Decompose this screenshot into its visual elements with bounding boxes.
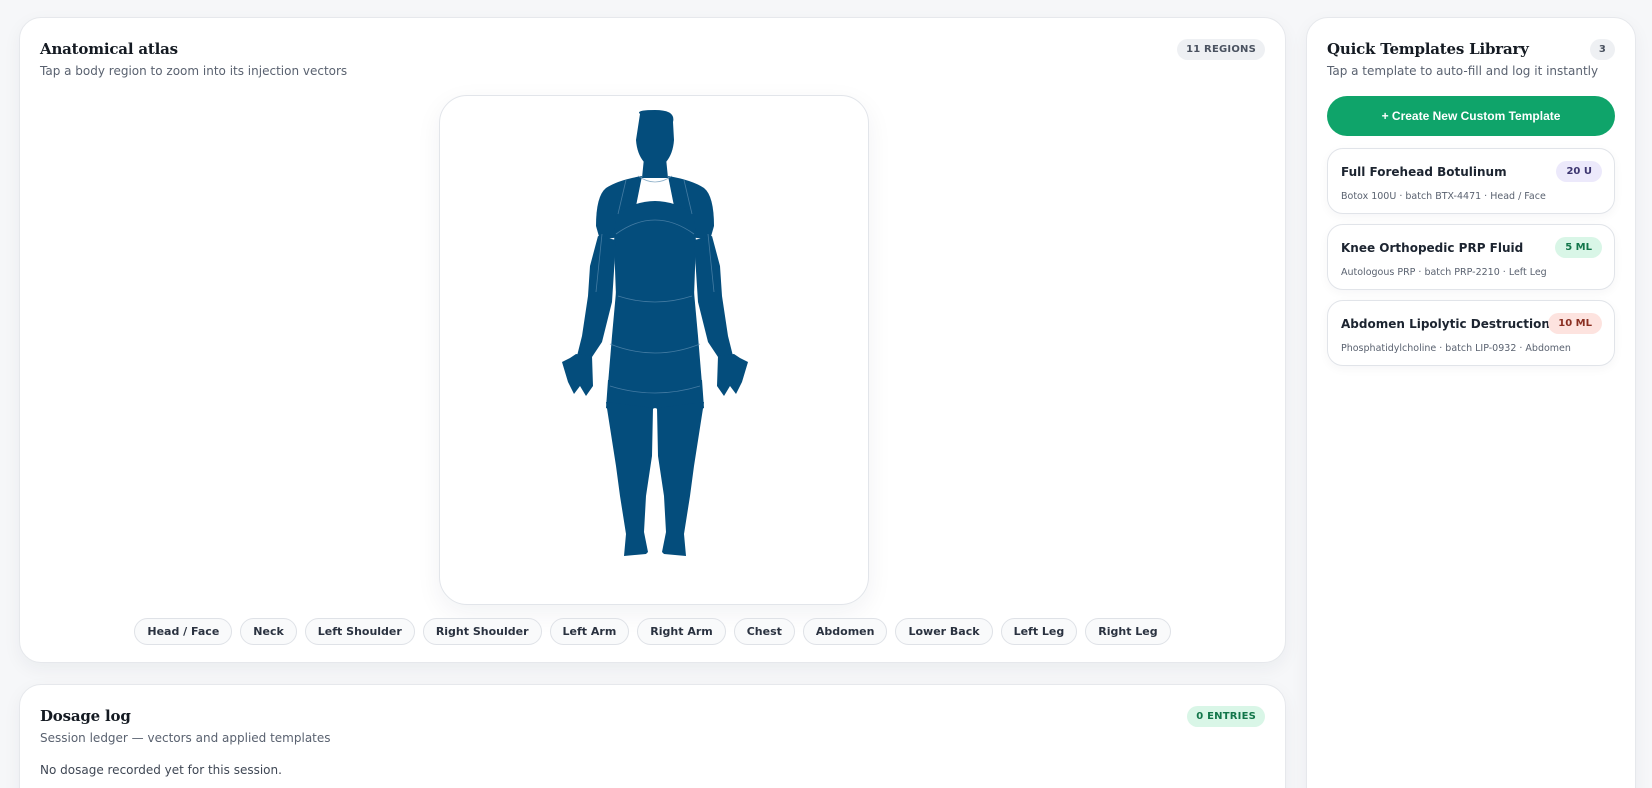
region-chip-right-arm[interactable]: Right Arm — [637, 618, 726, 645]
template-count-badge: 3 — [1589, 39, 1615, 60]
body-figure-frame — [439, 95, 869, 605]
region-chip-list: Head / Face Neck Left Shoulder Right Sho… — [20, 618, 1285, 645]
atlas-subtitle: Tap a body region to zoom into its injec… — [40, 64, 348, 78]
region-chest[interactable] — [614, 201, 696, 296]
template-meta: Phosphatidylcholine · batch LIP-0932 · A… — [1341, 343, 1571, 354]
empty-state-message: No dosage recorded yet for this session. — [40, 763, 282, 777]
region-chip-right-shoulder[interactable]: Right Shoulder — [422, 618, 542, 645]
region-count-badge: 11 REGIONS — [1177, 39, 1265, 60]
region-chip-chest[interactable]: Chest — [733, 618, 795, 645]
templates-subtitle: Tap a template to auto-fill and log it i… — [1327, 64, 1599, 78]
dosage-log-subtitle: Session ledger — vectors and applied tem… — [40, 731, 331, 745]
template-dose-badge: 5 ML — [1555, 237, 1602, 258]
template-name: Full Forehead Botulinum — [1341, 165, 1507, 179]
atlas-title: Anatomical atlas — [40, 40, 178, 58]
region-left-arm[interactable] — [576, 236, 616, 360]
templates-title: Quick Templates Library — [1327, 40, 1529, 58]
template-dose-badge: 20 U — [1556, 161, 1602, 182]
region-right-arm[interactable] — [694, 236, 734, 360]
entry-count-badge: 0 ENTRIES — [1187, 706, 1265, 727]
region-neck[interactable] — [642, 158, 668, 178]
region-chip-right-leg[interactable]: Right Leg — [1085, 618, 1171, 645]
template-meta: Autologous PRP · batch PRP-2210 · Left L… — [1341, 267, 1547, 278]
region-right-leg[interactable] — [657, 402, 704, 556]
region-chip-left-shoulder[interactable]: Left Shoulder — [304, 618, 415, 645]
region-left-leg[interactable] — [606, 402, 653, 556]
template-dose-badge: 10 ML — [1548, 313, 1602, 334]
template-name: Knee Orthopedic PRP Fluid — [1341, 241, 1524, 255]
template-card[interactable]: Abdomen Lipolytic Destruction 10 ML Phos… — [1327, 300, 1615, 366]
region-chip-left-arm[interactable]: Left Arm — [549, 618, 630, 645]
region-chip-left-leg[interactable]: Left Leg — [1000, 618, 1078, 645]
region-chip-lower-back[interactable]: Lower Back — [895, 618, 993, 645]
template-card[interactable]: Full Forehead Botulinum 20 U Botox 100U … — [1327, 148, 1615, 214]
anatomical-atlas-card: Anatomical atlas Tap a body region to zo… — [19, 17, 1286, 663]
quick-templates-card: Quick Templates Library Tap a template t… — [1306, 17, 1636, 788]
region-chip-abdomen[interactable]: Abdomen — [802, 618, 888, 645]
region-head-face[interactable] — [636, 110, 674, 162]
region-chip-head-face[interactable]: Head / Face — [134, 618, 233, 645]
dosage-log-card: Dosage log Session ledger — vectors and … — [19, 684, 1286, 788]
create-template-button[interactable]: + Create New Custom Template — [1327, 96, 1615, 136]
region-chip-neck[interactable]: Neck — [240, 618, 297, 645]
template-card[interactable]: Knee Orthopedic PRP Fluid 5 ML Autologou… — [1327, 224, 1615, 290]
region-abdomen[interactable] — [608, 292, 702, 384]
body-figure — [562, 110, 748, 556]
dosage-log-title: Dosage log — [40, 707, 131, 725]
template-name: Abdomen Lipolytic Destruction — [1341, 317, 1550, 331]
template-meta: Botox 100U · batch BTX-4471 · Head / Fac… — [1341, 191, 1546, 202]
